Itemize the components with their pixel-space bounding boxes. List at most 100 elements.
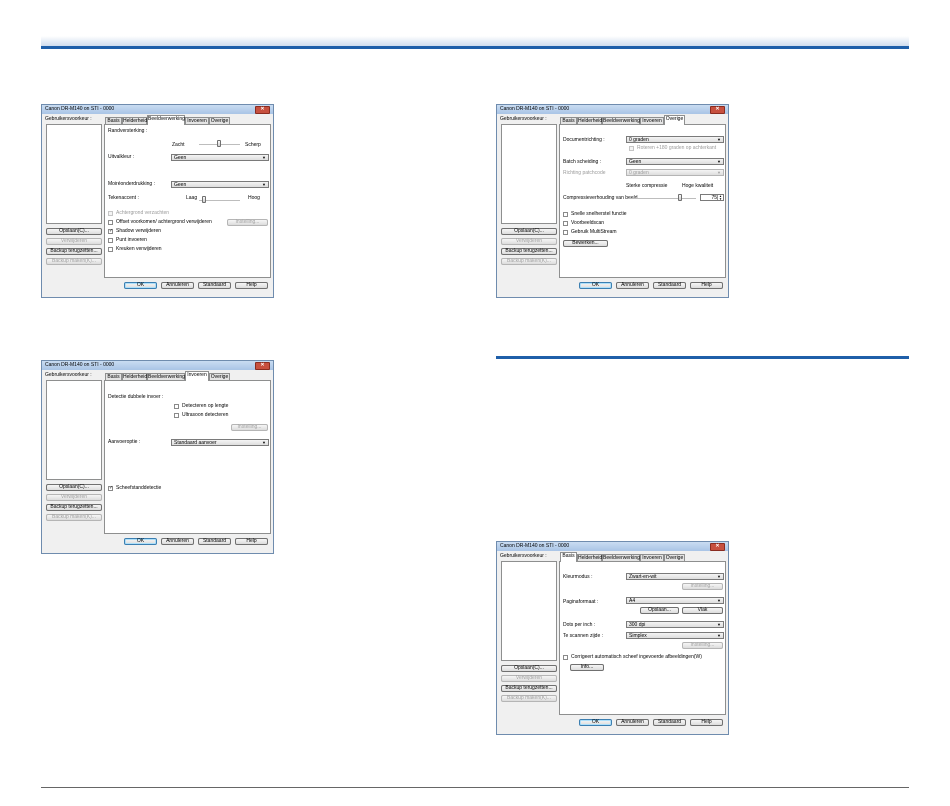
cancel-button[interactable]: Annuleren (616, 282, 649, 289)
dialog-other: Canon DR-M140 on STI - 0000 ✕ Gebruikers… (496, 104, 729, 298)
delete-preference-button[interactable]: Verwijderen (46, 238, 102, 245)
tab-invoeren[interactable]: Invoeren (640, 117, 664, 124)
tab-basis[interactable]: Basis (560, 117, 577, 124)
close-button[interactable]: ✕ (710, 106, 725, 114)
double-feed-label: Detectie dubbele invoer : (108, 394, 164, 400)
ok-button[interactable]: OK (579, 719, 612, 726)
tab-helderheid[interactable]: Helderheid (577, 554, 602, 561)
delete-preference-button[interactable]: Verwijderen (46, 494, 102, 501)
cancel-button[interactable]: Annuleren (161, 538, 194, 545)
close-button[interactable]: ✕ (255, 362, 270, 370)
settings-button[interactable]: Instelling... (231, 424, 268, 431)
tab-basis[interactable]: Basis (105, 373, 122, 380)
help-button[interactable]: Help (235, 538, 268, 545)
tab-helderheid[interactable]: Helderheid (122, 373, 147, 380)
dropout-color-select[interactable]: Geen ▼ (171, 154, 269, 161)
rotate-180-checkbox[interactable] (629, 146, 634, 151)
tab-beeldverwerking[interactable]: Beeldverwerking (602, 554, 640, 561)
feeding-option-select[interactable]: Standaard aanvoer ▼ (171, 439, 269, 446)
prescan-checkbox[interactable] (563, 221, 568, 226)
cancel-button[interactable]: Annuleren (616, 719, 649, 726)
tab-invoeren[interactable]: Invoeren (185, 117, 209, 124)
skew-detection-checkbox[interactable] (108, 485, 113, 491)
save-preference-button[interactable]: Opslaan(C)... (46, 484, 102, 491)
delete-preference-button[interactable]: Verwijderen (501, 675, 557, 682)
save-preference-button[interactable]: Opslaan(C)... (46, 228, 102, 235)
tab-overige[interactable]: Overige (209, 373, 230, 380)
offset-remove-checkbox[interactable] (108, 220, 113, 225)
user-preferences-list[interactable] (46, 380, 102, 480)
page-save-button[interactable]: Opslaan... (640, 607, 679, 614)
info-button[interactable]: Info... (570, 664, 604, 671)
tab-beeldverwerking[interactable]: Beeldverwerking (602, 117, 640, 124)
patch-code-select[interactable]: 0 graden ▼ (626, 169, 724, 176)
tab-beeldverwerking[interactable]: Beeldverwerking (147, 115, 185, 125)
edge-slider-thumb[interactable] (217, 140, 221, 147)
punch-holes-checkbox[interactable] (108, 238, 113, 243)
tab-helderheid[interactable]: Helderheid (577, 117, 602, 124)
user-preferences-list[interactable] (46, 124, 102, 224)
quality-slider-thumb[interactable] (678, 194, 682, 201)
tab-overige[interactable]: Overige (664, 554, 685, 561)
make-backup-button[interactable]: Backup maken(K)... (46, 258, 102, 265)
tab-helderheid[interactable]: Helderheid (122, 117, 147, 124)
shadow-remove-checkbox[interactable] (108, 228, 113, 234)
ok-button[interactable]: OK (124, 282, 157, 289)
standard-button[interactable]: Standaard (653, 719, 686, 726)
help-button[interactable]: Help (690, 282, 723, 289)
help-button[interactable]: Help (235, 282, 268, 289)
restore-backup-button[interactable]: Backup terugzetten... (501, 248, 557, 255)
edit-button[interactable]: Bewerken... (563, 240, 608, 247)
fast-recovery-checkbox[interactable] (563, 212, 568, 217)
cancel-button[interactable]: Annuleren (161, 282, 194, 289)
standard-button[interactable]: Standaard (198, 538, 231, 545)
help-button[interactable]: Help (690, 719, 723, 726)
restore-backup-button[interactable]: Backup terugzetten... (46, 248, 102, 255)
tab-basis[interactable]: Basis (560, 552, 577, 562)
delete-preference-button[interactable]: Verwijderen (501, 238, 557, 245)
area-button[interactable]: Vlak (682, 607, 723, 614)
tab-invoeren[interactable]: Invoeren (640, 554, 664, 561)
ok-button[interactable]: OK (579, 282, 612, 289)
save-preference-button[interactable]: Opslaan(C)... (501, 665, 557, 672)
ink-remove-checkbox[interactable] (108, 247, 113, 252)
scan-side-settings-button[interactable]: Instelling... (682, 642, 723, 649)
settings-button[interactable]: Instelling... (227, 219, 268, 226)
chevron-down-icon: ▼ (717, 598, 721, 603)
standard-button[interactable]: Standaard (653, 282, 686, 289)
background-smoothing-checkbox[interactable] (108, 211, 113, 216)
page-size-select[interactable]: A4 ▼ (626, 597, 724, 604)
deskew-checkbox[interactable] (563, 655, 568, 660)
character-slider-thumb[interactable] (202, 196, 206, 203)
restore-backup-button[interactable]: Backup terugzetten... (46, 504, 102, 511)
ok-button[interactable]: OK (124, 538, 157, 545)
close-button[interactable]: ✕ (710, 543, 725, 551)
detect-length-checkbox[interactable] (174, 404, 179, 409)
make-backup-button[interactable]: Backup maken(K)... (501, 695, 557, 702)
save-preference-button[interactable]: Opslaan(C)... (501, 228, 557, 235)
document-orientation-select[interactable]: 0 graden ▼ (626, 136, 724, 143)
make-backup-button[interactable]: Backup maken(K)... (501, 258, 557, 265)
multistream-checkbox[interactable] (563, 230, 568, 235)
tab-invoeren[interactable]: Invoeren (185, 371, 209, 381)
user-preferences-list[interactable] (501, 561, 557, 661)
standard-button[interactable]: Standaard (198, 282, 231, 289)
mode-select[interactable]: Zwart-en-wit ▼ (626, 573, 724, 580)
tab-overige[interactable]: Overige (664, 115, 685, 125)
mode-settings-button[interactable]: Instelling... (682, 583, 723, 590)
moire-select[interactable]: Geen ▼ (171, 181, 269, 188)
dpi-select[interactable]: 300 dpi ▼ (626, 621, 724, 628)
ultrasonic-checkbox[interactable] (174, 413, 179, 418)
mode-label: Kleurmodus : (563, 574, 593, 580)
tab-overige[interactable]: Overige (209, 117, 230, 124)
tab-basis[interactable]: Basis (105, 117, 122, 124)
scan-side-select[interactable]: Simplex ▼ (626, 632, 724, 639)
high-quality-label: Hoge kwaliteit (682, 183, 714, 189)
restore-backup-button[interactable]: Backup terugzetten... (501, 685, 557, 692)
quality-spinbox[interactable]: 75 ▲ ▼ (700, 194, 724, 201)
tab-beeldverwerking[interactable]: Beeldverwerking (147, 373, 185, 380)
user-preferences-list[interactable] (501, 124, 557, 224)
batch-separation-select[interactable]: Geen ▼ (626, 158, 724, 165)
make-backup-button[interactable]: Backup maken(K)... (46, 514, 102, 521)
close-button[interactable]: ✕ (255, 106, 270, 114)
